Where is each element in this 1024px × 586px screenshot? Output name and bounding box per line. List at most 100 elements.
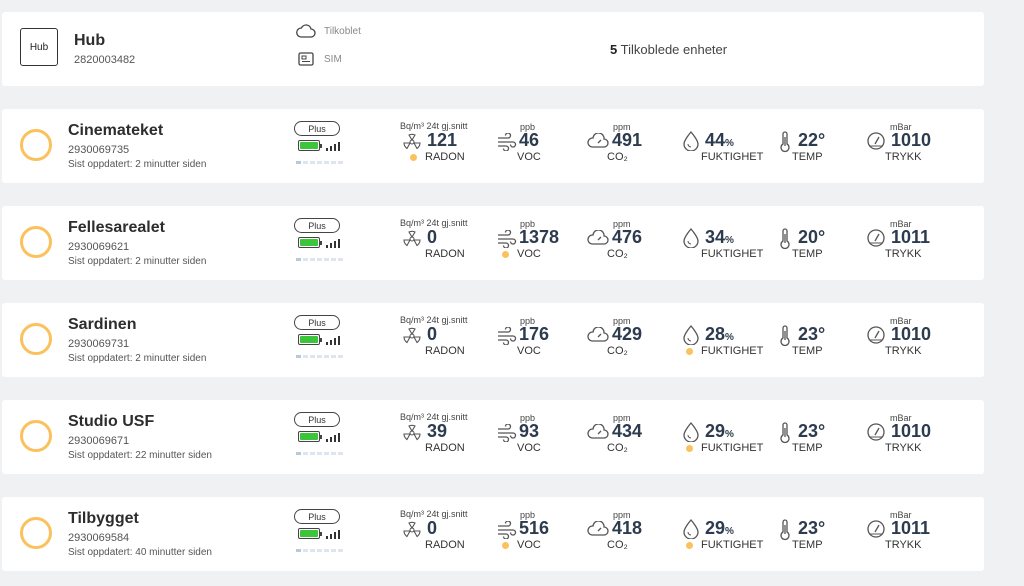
co2-value: 418 [612, 518, 643, 538]
humidity-number: 29 [705, 421, 726, 441]
device-card[interactable]: Fellesarealet 2930069621 Sist oppdatert:… [2, 206, 984, 280]
radon-label: RADON [410, 442, 465, 454]
temp-number: 20 [798, 227, 819, 247]
co2-label: CO₂ [607, 539, 628, 551]
device-serial: 2930069731 [68, 338, 130, 350]
thermometer-icon [780, 131, 790, 153]
connection-status: Tilkoblet [296, 24, 361, 38]
battery-icon [298, 237, 322, 248]
temp-value: 23° [798, 324, 825, 345]
voc-label-text: VOC [517, 151, 541, 163]
radon-icon [403, 424, 421, 441]
connected-count-value: 5 [610, 42, 618, 57]
hub-icon: Hub [20, 28, 58, 66]
hub-card[interactable]: Hub Hub 2820003482 Tilkoblet SIM 5 Tilko… [2, 12, 984, 86]
co2-cloud-icon [587, 424, 609, 439]
voc-label-text: VOC [517, 345, 541, 357]
battery-level-fill [300, 433, 318, 440]
humidity-warning-dot [686, 444, 693, 452]
connected-count-label: Tilkoblede enheter [620, 42, 728, 57]
temp-label: TEMP [792, 151, 823, 163]
water-drop-icon [683, 519, 699, 539]
pressure-label: TRYKK [885, 442, 922, 454]
radon-label-text: RADON [425, 442, 465, 454]
plan-badge: Plus [294, 121, 340, 136]
radon-icon [403, 327, 421, 344]
humidity-label: FUKTIGHET [686, 345, 763, 357]
device-serial: 2930069735 [68, 144, 130, 156]
co2-label: CO₂ [607, 345, 628, 357]
voc-value: 93 [519, 421, 540, 441]
gauge-icon [867, 326, 885, 344]
sim-status: SIM [296, 52, 342, 66]
temp-value: 20° [798, 227, 825, 248]
temp-label: TEMP [792, 345, 823, 357]
humidity-number: 44 [705, 130, 726, 150]
voc-label: VOC [502, 248, 541, 260]
humidity-label-text: FUKTIGHET [701, 442, 764, 454]
voc-label: VOC [502, 442, 541, 454]
thermometer-icon [780, 325, 790, 347]
voc-value: 1378 [519, 227, 560, 247]
signal-strength-icon [326, 430, 340, 442]
co2-cloud-icon [587, 327, 609, 342]
radon-label: RADON [410, 248, 465, 260]
co2-value: 476 [612, 227, 643, 247]
wind-icon [498, 424, 517, 442]
radon-value: 0 [427, 518, 438, 538]
device-serial: 2930069584 [68, 532, 130, 544]
thermometer-icon [780, 422, 790, 444]
water-drop-icon [683, 325, 699, 345]
voc-label: VOC [502, 539, 541, 551]
signal-strength-icon [326, 236, 340, 248]
radon-icon [403, 521, 421, 538]
temp-unit: ° [818, 227, 826, 247]
sync-progress [296, 549, 343, 552]
temp-number: 23 [798, 421, 819, 441]
radon-value: 0 [427, 324, 438, 344]
temp-label: TEMP [792, 539, 823, 551]
voc-warning-dot [502, 250, 509, 258]
signal-strength-icon [326, 527, 340, 539]
device-serial: 2930069621 [68, 241, 130, 253]
co2-label: CO₂ [607, 151, 628, 163]
co2-label: CO₂ [607, 248, 628, 260]
plan-badge: Plus [294, 218, 340, 233]
humidity-percent: % [725, 138, 734, 149]
temp-number: 22 [798, 130, 819, 150]
co2-cloud-icon [587, 230, 609, 245]
temp-unit: ° [818, 130, 826, 150]
humidity-number: 29 [705, 518, 726, 538]
plan-badge: Plus [294, 315, 340, 330]
radon-label-text: RADON [425, 151, 465, 163]
humidity-percent: % [725, 429, 734, 440]
sync-progress [296, 452, 343, 455]
humidity-label-text: FUKTIGHET [701, 151, 764, 163]
humidity-label-text: FUKTIGHET [701, 248, 764, 260]
radon-label-text: RADON [425, 345, 465, 357]
device-card[interactable]: Cinemateket 2930069735 Sist oppdatert: 2… [2, 109, 984, 183]
radon-icon [403, 133, 421, 150]
humidity-percent: % [725, 332, 734, 343]
humidity-label: FUKTIGHET [686, 151, 763, 163]
voc-label: VOC [502, 345, 541, 357]
device-card[interactable]: Studio USF 2930069671 Sist oppdatert: 22… [2, 400, 984, 474]
sync-progress [296, 258, 343, 261]
wind-icon [498, 230, 517, 248]
device-card[interactable]: Sardinen 2930069731 Sist oppdatert: 2 mi… [2, 303, 984, 377]
battery-icon [298, 140, 322, 151]
voc-value: 46 [519, 130, 540, 150]
humidity-value: 34% [705, 227, 734, 248]
voc-label-text: VOC [517, 539, 541, 551]
co2-value: 429 [612, 324, 643, 344]
humidity-label: FUKTIGHET [686, 442, 763, 454]
pressure-value: 1011 [891, 518, 931, 538]
sim-card-icon [298, 52, 314, 66]
gauge-icon [867, 423, 885, 441]
wind-icon [498, 327, 517, 345]
temp-number: 23 [798, 324, 819, 344]
radon-label-text: RADON [425, 539, 465, 551]
device-name: Tilbygget [68, 510, 139, 527]
voc-value: 176 [519, 324, 550, 344]
device-card[interactable]: Tilbygget 2930069584 Sist oppdatert: 40 … [2, 497, 984, 571]
